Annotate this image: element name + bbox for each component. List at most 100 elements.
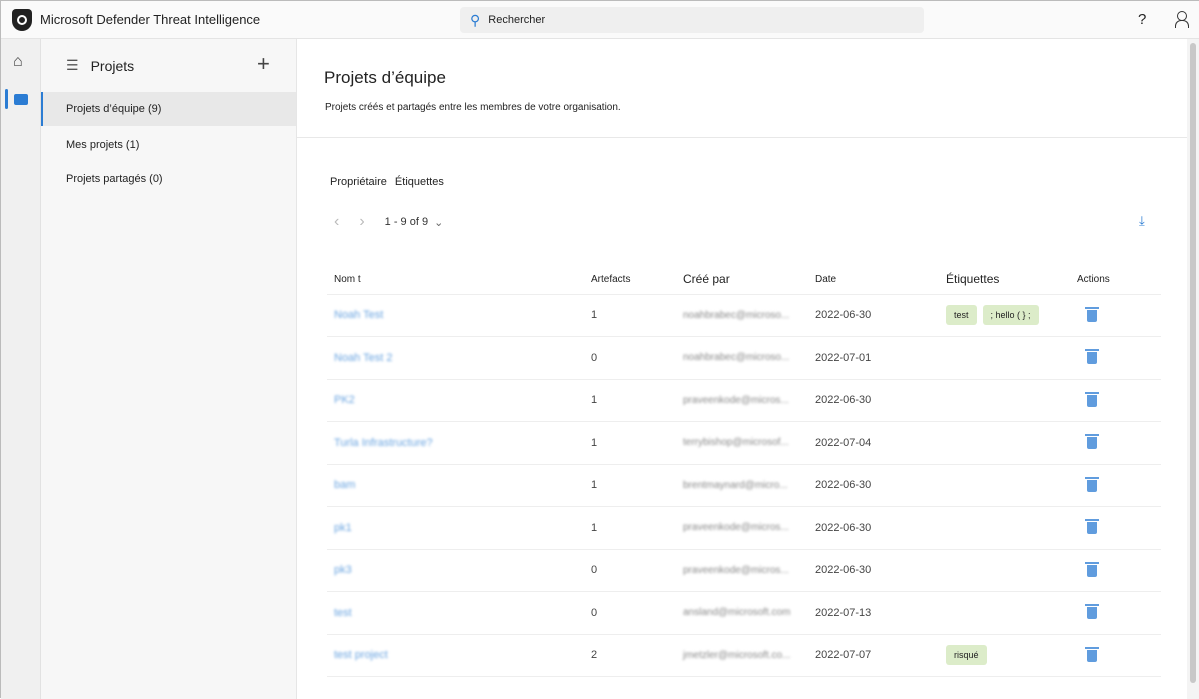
artifact-count: 1	[584, 294, 676, 337]
actions-cell	[1070, 591, 1161, 635]
creator: brentmaynard@micro...	[676, 464, 808, 507]
date: 2022-06-30	[808, 506, 939, 550]
artifact-count: 0	[584, 591, 676, 635]
table-row[interactable]: test 0 ansland@microsoft.com 2022-07-13	[327, 591, 1161, 635]
project-name-link[interactable]: pk1	[327, 506, 584, 550]
artifact-count: 1	[584, 379, 676, 422]
creator: praveenkode@micros...	[676, 549, 808, 592]
project-name-link[interactable]: Noah Test	[327, 294, 584, 337]
user-account-icon[interactable]	[1175, 11, 1189, 28]
search-input[interactable]: ⚲ Rechercher	[460, 7, 924, 33]
sidebar-item-my-projects[interactable]: Mes projets (1)	[41, 128, 296, 162]
tags-cell	[939, 506, 1070, 550]
artifact-count: 1	[584, 506, 676, 550]
projects-folder-icon[interactable]	[14, 94, 28, 105]
delete-icon[interactable]	[1085, 604, 1099, 620]
col-name[interactable]: Nom t	[327, 265, 584, 295]
defender-logo-icon	[12, 8, 32, 31]
creator: ansland@microsoft.com	[676, 591, 808, 635]
menu-icon[interactable]: ☰	[66, 57, 79, 74]
scrollbar[interactable]	[1187, 39, 1199, 699]
search-icon: ⚲	[470, 11, 481, 28]
actions-cell	[1070, 421, 1161, 465]
delete-icon[interactable]	[1085, 561, 1099, 577]
artifact-count: 1	[584, 464, 676, 507]
delete-icon[interactable]	[1085, 391, 1099, 407]
chevron-left-icon[interactable]: ‹	[334, 213, 339, 231]
tag-badge[interactable]: test	[946, 305, 977, 326]
selected-indicator	[5, 89, 8, 109]
col-created-by[interactable]: Créé par	[676, 265, 808, 295]
home-icon[interactable]: ⌂	[13, 53, 23, 71]
delete-icon[interactable]	[1085, 646, 1099, 662]
table-row[interactable]: Noah Test 1 noahbrabec@microso... 2022-0…	[327, 294, 1161, 337]
date: 2022-07-04	[808, 421, 939, 465]
creator: noahbrabec@microso...	[676, 336, 808, 380]
actions-cell	[1070, 336, 1161, 380]
project-name-link[interactable]: pk3	[327, 549, 584, 592]
table-row[interactable]: PK2 1 praveenkode@micros... 2022-06-30	[327, 379, 1161, 422]
table-row[interactable]: pk3 0 praveenkode@micros... 2022-06-30	[327, 549, 1161, 592]
tag-badge[interactable]: risqué	[946, 645, 987, 666]
top-bar: Microsoft Defender Threat Intelligence ⚲…	[1, 1, 1199, 39]
creator: jmetzler@microsoft.co...	[676, 634, 808, 677]
delete-icon[interactable]	[1085, 434, 1099, 450]
page-subtitle: Projets créés et partagés entre les memb…	[325, 102, 621, 113]
project-name-link[interactable]: Turla Infrastructure?	[327, 421, 584, 465]
actions-cell	[1070, 634, 1161, 677]
chevron-right-icon[interactable]: ›	[359, 213, 364, 231]
nav-rail: ⌂	[1, 39, 41, 699]
delete-icon[interactable]	[1085, 349, 1099, 365]
table-row[interactable]: Turla Infrastructure? 1 terrybishop@micr…	[327, 421, 1161, 465]
tags-cell	[939, 591, 1070, 635]
table-row[interactable]: Noah Test 2 0 noahbrabec@microso... 2022…	[327, 336, 1161, 380]
creator: praveenkode@micros...	[676, 379, 808, 422]
project-name-link[interactable]: test project	[327, 634, 584, 677]
tag-badge[interactable]: ; hello ( } ;	[982, 305, 1039, 326]
tags-cell	[939, 336, 1070, 380]
col-artifacts[interactable]: Artefacts	[584, 265, 676, 295]
sidebar-item-shared-projects[interactable]: Projets partagés (0)	[41, 162, 296, 196]
table-row[interactable]: bam 1 brentmaynard@micro... 2022-06-30	[327, 464, 1161, 507]
artifact-count: 0	[584, 549, 676, 592]
delete-icon[interactable]	[1085, 306, 1099, 322]
actions-cell	[1070, 506, 1161, 550]
actions-cell	[1070, 464, 1161, 507]
project-name-link[interactable]: test	[327, 591, 584, 635]
tags-cell	[939, 549, 1070, 592]
artifact-count: 2	[584, 634, 676, 677]
help-button[interactable]: ?	[1138, 11, 1146, 28]
tags-cell: test; hello ( } ;	[939, 294, 1070, 337]
download-icon[interactable]: ⤓	[1139, 213, 1145, 229]
main-content: Projets d’équipe Projets créés et partag…	[297, 39, 1187, 699]
date: 2022-07-07	[808, 634, 939, 677]
col-tags[interactable]: Étiquettes	[939, 265, 1070, 295]
tags-cell: risqué	[939, 634, 1070, 677]
col-date[interactable]: Date	[808, 265, 939, 295]
chevron-down-icon[interactable]: ⌄	[434, 216, 443, 229]
actions-cell	[1070, 549, 1161, 592]
date: 2022-07-01	[808, 336, 939, 380]
table-row[interactable]: test project 2 jmetzler@microsoft.co... …	[327, 634, 1161, 677]
artifact-count: 0	[584, 336, 676, 380]
artifact-count: 1	[584, 421, 676, 465]
tags-cell	[939, 421, 1070, 465]
project-name-link[interactable]: Noah Test 2	[327, 336, 584, 380]
sidebar-item-team-projects[interactable]: Projets d’équipe (9)	[41, 92, 296, 126]
page-title: Projets d’équipe	[324, 68, 446, 87]
pager-range[interactable]: 1 - 9 of 9	[385, 216, 428, 228]
date: 2022-06-30	[808, 379, 939, 422]
project-name-link[interactable]: PK2	[327, 379, 584, 422]
tags-cell	[939, 464, 1070, 507]
col-actions: Actions	[1070, 265, 1161, 295]
filter-tags[interactable]: Étiquettes	[395, 176, 444, 188]
delete-icon[interactable]	[1085, 476, 1099, 492]
filter-owner[interactable]: Propriétaire	[330, 176, 387, 188]
delete-icon[interactable]	[1085, 519, 1099, 535]
sidebar-title: Projets	[90, 57, 135, 74]
pager: ‹ › 1 - 9 of 9 ⌄	[334, 213, 443, 231]
tags-cell	[939, 379, 1070, 422]
add-project-button[interactable]: +	[257, 51, 270, 77]
table-row[interactable]: pk1 1 praveenkode@micros... 2022-06-30	[327, 506, 1161, 550]
project-name-link[interactable]: bam	[327, 464, 584, 507]
